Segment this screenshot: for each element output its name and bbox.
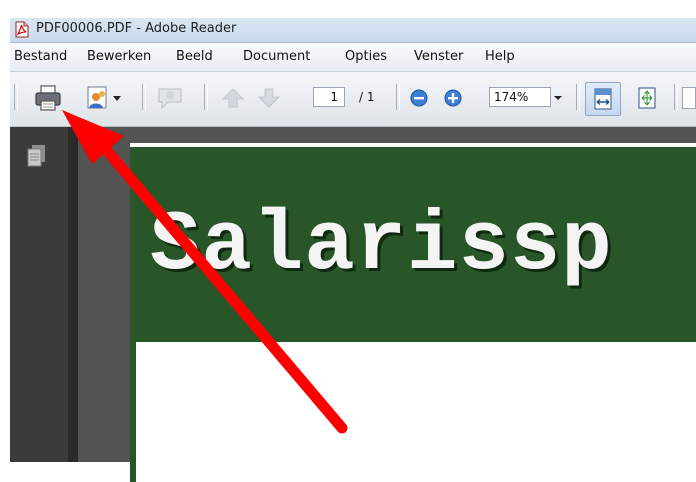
toolbar-separator <box>396 84 400 110</box>
fit-width-icon <box>594 88 612 110</box>
print-button[interactable] <box>28 81 68 115</box>
toolbar-grip <box>14 84 18 110</box>
zoom-dropdown-button[interactable] <box>551 87 565 107</box>
previous-page-button[interactable] <box>218 81 248 115</box>
navigation-pane <box>10 127 68 462</box>
zoom-in-button[interactable] <box>441 81 465 115</box>
comment-icon <box>158 88 182 110</box>
next-page-button[interactable] <box>254 81 284 115</box>
menu-help[interactable]: Help <box>485 49 515 64</box>
window-title: PDF00006.PDF - Adobe Reader <box>36 21 237 36</box>
toolbar-separator <box>204 84 208 110</box>
page-banner: Salarissp <box>130 147 696 342</box>
collaborate-button[interactable] <box>80 81 126 115</box>
pages-icon[interactable] <box>25 144 47 170</box>
document-view[interactable]: Salarissp <box>78 127 696 482</box>
menu-opties[interactable]: Opties <box>345 49 387 64</box>
pdf-file-icon <box>15 21 29 38</box>
toolbar-separator <box>674 84 678 110</box>
comment-button[interactable] <box>152 81 188 115</box>
menu-bestand[interactable]: Bestand <box>14 49 67 64</box>
cutoff-control <box>682 87 696 109</box>
zoom-out-icon <box>410 89 428 107</box>
print-icon <box>35 85 61 111</box>
zoom-out-button[interactable] <box>407 81 431 115</box>
more-tools-button[interactable] <box>682 81 696 115</box>
pane-splitter[interactable] <box>68 127 78 462</box>
menu-document[interactable]: Document <box>243 49 310 64</box>
dropdown-arrow-icon <box>113 96 121 101</box>
fit-width-button[interactable] <box>585 82 621 116</box>
arrow-up-icon <box>221 88 245 108</box>
dropdown-arrow-icon <box>554 96 562 100</box>
page-border <box>130 342 136 482</box>
collaborate-icon <box>87 86 107 109</box>
fit-page-button[interactable] <box>630 81 664 115</box>
toolbar: 1 / 1 174% <box>10 72 696 127</box>
menu-beeld[interactable]: Beeld <box>176 49 213 64</box>
menu-bar: Bestand Bewerken Beeld Document Opties V… <box>10 43 696 72</box>
toolbar-separator <box>142 84 146 110</box>
pdf-page: Salarissp <box>130 143 696 482</box>
zoom-level-input[interactable]: 174% <box>489 87 551 107</box>
banner-title: Salarissp <box>150 199 613 294</box>
arrow-down-icon <box>257 88 281 108</box>
menu-bewerken[interactable]: Bewerken <box>87 49 151 64</box>
page-total-label: / 1 <box>359 90 375 104</box>
title-bar: PDF00006.PDF - Adobe Reader <box>10 18 696 43</box>
page-number-input[interactable]: 1 <box>313 87 345 107</box>
toolbar-separator <box>576 84 580 110</box>
menu-venster[interactable]: Venster <box>414 49 463 64</box>
zoom-in-icon <box>444 89 462 107</box>
fit-page-icon <box>638 87 656 109</box>
